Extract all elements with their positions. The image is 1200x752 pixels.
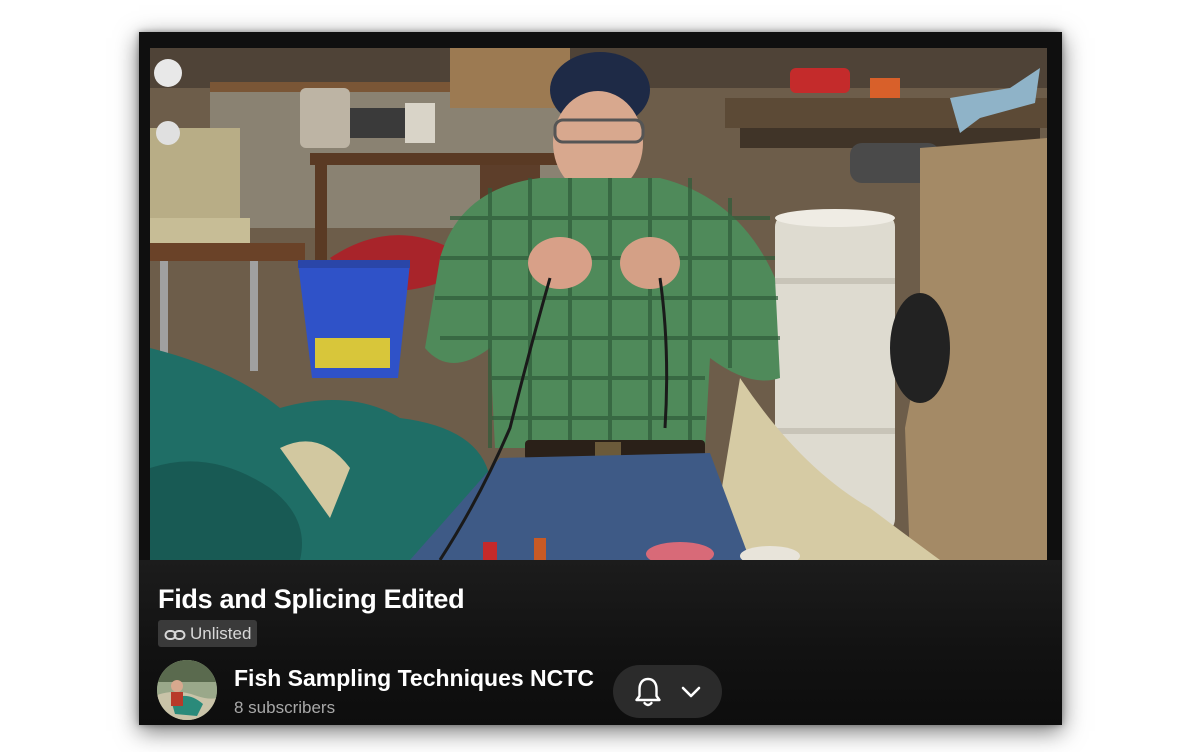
video-card: Fids and Splicing Edited Unlisted Fish S… (139, 32, 1062, 725)
bell-icon (634, 676, 662, 708)
channel-name[interactable]: Fish Sampling Techniques NCTC (234, 665, 594, 692)
subscriber-count: 8 subscribers (234, 698, 336, 717)
video-frame (150, 48, 1047, 560)
channel-avatar[interactable] (157, 660, 217, 720)
notification-button[interactable] (613, 665, 722, 718)
video-info: Fids and Splicing Edited Unlisted Fish S… (139, 560, 1062, 725)
link-icon (164, 627, 186, 641)
video-player[interactable] (150, 48, 1047, 560)
chevron-down-icon (680, 685, 702, 699)
visibility-badge: Unlisted (158, 620, 258, 647)
video-title[interactable]: Fids and Splicing Edited (158, 584, 465, 615)
visibility-label: Unlisted (190, 623, 252, 643)
